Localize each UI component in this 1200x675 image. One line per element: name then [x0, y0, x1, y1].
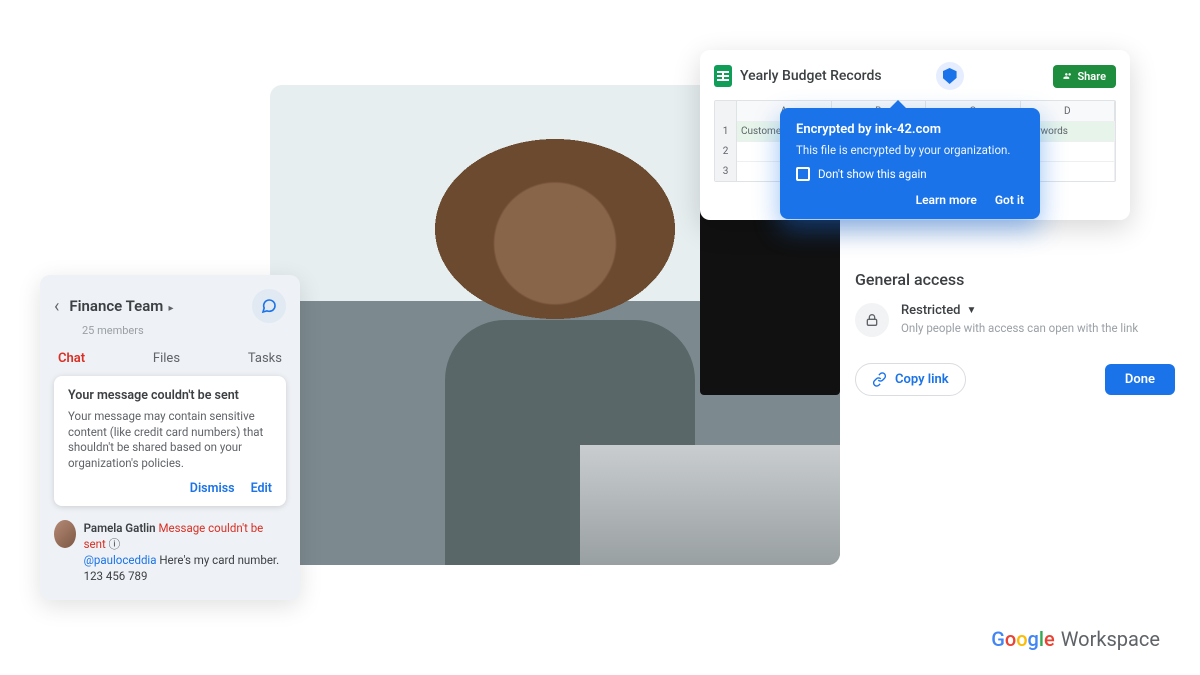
tab-tasks[interactable]: Tasks: [248, 351, 282, 366]
chevron-right-icon: ▸: [169, 303, 174, 314]
sheets-icon: [714, 65, 732, 87]
encryption-body: This file is encrypted by your organizat…: [796, 143, 1024, 157]
chevron-down-icon: ▼: [966, 305, 976, 316]
dlp-warning: Your message couldn't be sent Your messa…: [54, 376, 286, 506]
back-icon[interactable]: ‹: [54, 296, 59, 317]
message-mention[interactable]: @pauloceddia: [84, 553, 157, 567]
blocked-message: Pamela Gatlin Message couldn't be sent ⓘ…: [54, 520, 286, 584]
share-label: Share: [1077, 70, 1106, 83]
access-section-title: General access: [855, 270, 1175, 289]
got-it-button[interactable]: Got it: [995, 193, 1024, 207]
chat-space-title[interactable]: Finance Team: [69, 297, 163, 315]
message-sender: Pamela Gatlin: [84, 521, 156, 535]
dismiss-button[interactable]: Dismiss: [190, 481, 235, 496]
encryption-shield-icon[interactable]: [936, 62, 964, 90]
tab-chat[interactable]: Chat: [58, 351, 85, 366]
learn-more-button[interactable]: Learn more: [916, 193, 977, 207]
google-workspace-logo: Google Workspace: [991, 627, 1160, 651]
warning-body: Your message may contain sensitive conte…: [68, 409, 272, 471]
edit-button[interactable]: Edit: [251, 481, 272, 496]
done-button[interactable]: Done: [1105, 364, 1175, 395]
general-access-panel: General access Restricted ▼ Only people …: [855, 270, 1175, 396]
chat-bubble-icon[interactable]: [252, 289, 286, 323]
lock-icon: [855, 303, 889, 337]
access-level-description: Only people with access can open with th…: [901, 321, 1138, 335]
tab-files[interactable]: Files: [153, 351, 180, 366]
warning-title: Your message couldn't be sent: [68, 388, 272, 403]
copy-link-button[interactable]: Copy link: [855, 363, 966, 396]
encryption-title: Encrypted by ink-42.com: [796, 122, 1024, 137]
avatar: [54, 520, 76, 548]
access-level-dropdown[interactable]: Restricted ▼: [901, 303, 1138, 318]
dont-show-label[interactable]: Don't show this again: [818, 167, 927, 181]
chat-panel: ‹ Finance Team ▸ 25 members Chat Files T…: [40, 275, 300, 600]
member-count: 25 members: [82, 324, 286, 337]
encryption-popover: Encrypted by ink-42.com This file is enc…: [780, 108, 1040, 219]
dont-show-checkbox[interactable]: [796, 167, 810, 181]
share-button[interactable]: Share: [1053, 65, 1116, 88]
doc-title[interactable]: Yearly Budget Records: [740, 68, 882, 84]
